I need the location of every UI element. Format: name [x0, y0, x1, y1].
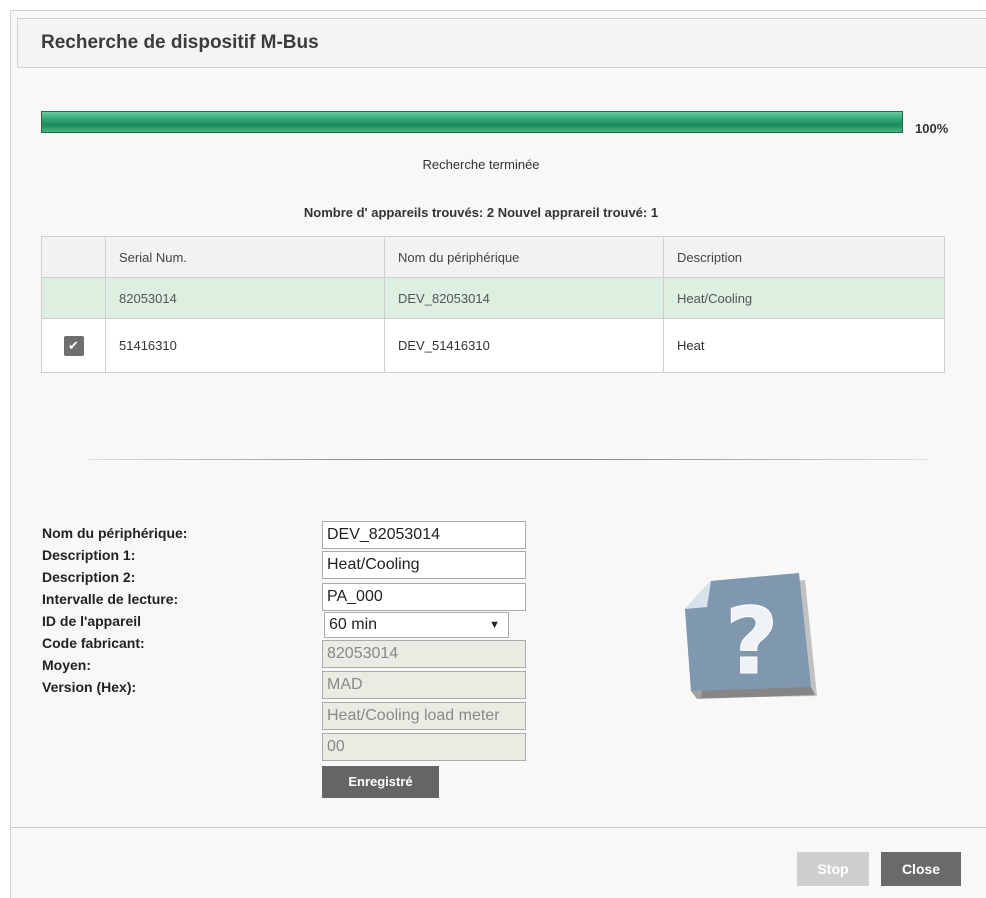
interval-select[interactable]: 60 min ▼ — [324, 612, 509, 638]
question-mark-document-icon: ? — [685, 573, 817, 699]
device-name-input[interactable]: DEV_82053014 — [322, 521, 526, 549]
close-button[interactable]: Close — [881, 852, 961, 886]
manufacturer-field: MAD — [322, 671, 526, 699]
table-header-row: Serial Num. Nom du périphérique Descript… — [41, 236, 945, 278]
progress-percent: 100% — [915, 121, 949, 136]
label-description1: Description 1: — [42, 547, 136, 563]
label-device-id: ID de l'appareil — [42, 613, 142, 629]
interval-select-value: 60 min — [329, 616, 378, 633]
cell-description: Heat/Cooling — [663, 277, 945, 319]
label-interval: Intervalle de lecture: — [42, 591, 179, 607]
label-medium: Moyen: — [42, 657, 91, 673]
section-divider — [89, 459, 927, 460]
cell-device-name: DEV_82053014 — [384, 277, 664, 319]
triangle-down-icon: ▼ — [489, 619, 500, 631]
label-version: Version (Hex): — [42, 679, 137, 695]
version-field: 00 — [322, 733, 526, 761]
progress-bar — [41, 111, 903, 133]
row-checkbox-cell[interactable]: ✔ — [41, 318, 106, 373]
label-description2: Description 2: — [42, 569, 136, 585]
device-count: Nombre d' appareils trouvés: 2 Nouvel ap… — [303, 205, 659, 220]
cell-device-name: DEV_51416310 — [384, 318, 664, 373]
form-labels: Nom du périphérique: Description 1: Desc… — [42, 522, 187, 698]
label-device-name: Nom du périphérique: — [42, 525, 188, 541]
cell-serial: 82053014 — [105, 277, 385, 319]
row-checkbox-cell[interactable] — [41, 277, 106, 319]
description2-input[interactable]: PA_000 — [322, 583, 526, 611]
check-icon[interactable]: ✔ — [63, 335, 84, 356]
table-row[interactable]: ✔ 51416310 DEV_51416310 Heat — [41, 318, 945, 373]
cell-description: Heat — [663, 318, 945, 373]
save-button[interactable]: Enregistré — [322, 766, 439, 798]
footer-divider — [11, 827, 986, 828]
cell-serial: 51416310 — [105, 318, 385, 373]
table-row[interactable]: 82053014 DEV_82053014 Heat/Cooling — [41, 277, 945, 319]
search-status: Recherche terminée — [422, 157, 540, 172]
svg-text:?: ? — [725, 588, 778, 695]
header-device-name: Nom du périphérique — [384, 236, 664, 278]
devices-table: Serial Num. Nom du périphérique Descript… — [41, 236, 945, 373]
header-description: Description — [663, 236, 945, 278]
device-id-field: 82053014 — [322, 640, 526, 668]
dialog-title: Recherche de dispositif M-Bus — [41, 32, 319, 53]
progress-fill — [42, 112, 902, 132]
label-manufacturer: Code fabricant: — [42, 635, 145, 651]
medium-field: Heat/Cooling load meter — [322, 702, 526, 730]
header-checkbox-col — [41, 236, 106, 278]
stop-button[interactable]: Stop — [797, 852, 869, 886]
description1-input[interactable]: Heat/Cooling — [322, 551, 526, 579]
header-serial: Serial Num. — [105, 236, 385, 278]
dialog-header: Recherche de dispositif M-Bus — [17, 18, 986, 68]
mbus-search-dialog: Recherche de dispositif M-Bus 100% Reche… — [10, 10, 986, 898]
